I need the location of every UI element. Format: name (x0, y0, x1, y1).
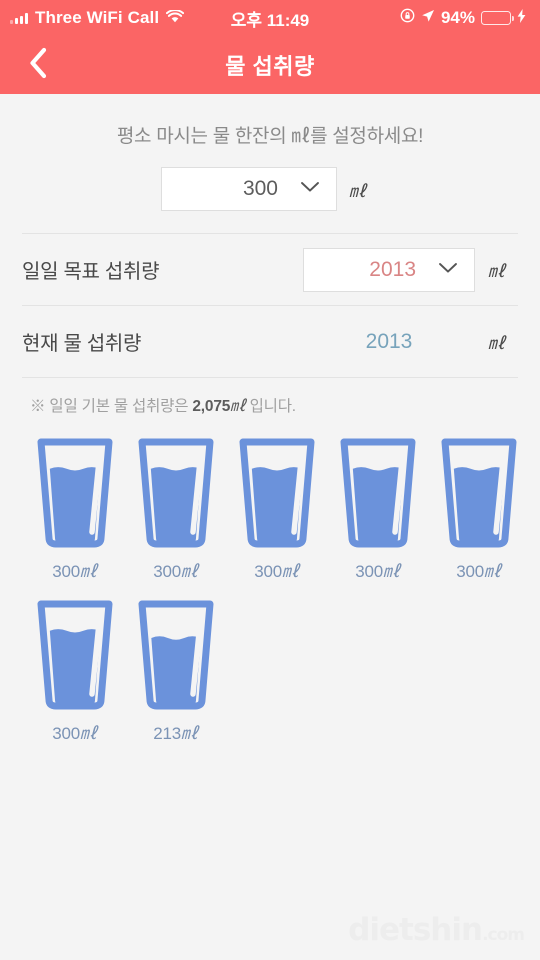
battery-icon (481, 11, 514, 25)
glass-label: 300㎖ (153, 557, 198, 582)
carrier-label: Three WiFi Call (35, 8, 160, 27)
glass-item[interactable]: 300㎖ (428, 438, 529, 582)
glass-label: 300㎖ (355, 557, 400, 582)
chevron-down-icon (300, 180, 320, 198)
note-suffix: 입니다. (245, 398, 297, 415)
daily-goal-unit: ㎖ (488, 262, 505, 281)
app-header: 물 섭취량 (0, 36, 540, 94)
current-intake-control: 2013 ㎖ (303, 329, 518, 354)
wifi-icon (166, 8, 185, 28)
glass-item[interactable]: 213㎖ (125, 600, 226, 744)
glass-unit: ㎖ (382, 562, 400, 581)
glass-unit: ㎖ (180, 562, 198, 581)
note-prefix: ※ 일일 기본 물 섭취량은 (30, 398, 193, 415)
current-intake-unit: ㎖ (488, 334, 505, 353)
glass-label: 213㎖ (153, 719, 198, 744)
cup-size-select[interactable]: 300 (161, 167, 337, 211)
watermark-name: dietshin (348, 912, 483, 948)
rotation-lock-icon (400, 8, 415, 28)
glass-label: 300㎖ (52, 719, 97, 744)
daily-goal-row: 일일 목표 섭취량 2013 ㎖ (0, 234, 540, 305)
main-content: 평소 마시는 물 한잔의 ㎖를 설정하세요! 300 ㎖ 일일 목표 섭취량 2… (0, 94, 540, 960)
current-intake-value: 2013 (365, 329, 413, 353)
water-glass-icon (441, 438, 516, 548)
glass-label: 300㎖ (456, 557, 501, 582)
glass-label: 300㎖ (254, 557, 299, 582)
current-intake-label: 현재 물 섭취량 (22, 333, 142, 355)
daily-goal-select[interactable]: 2013 (303, 247, 475, 292)
daily-goal-value: 2013 (369, 257, 416, 281)
chevron-left-icon (28, 47, 48, 84)
glass-unit: ㎖ (180, 724, 198, 743)
note-amount: 2,075 (192, 398, 231, 415)
watermark-domain: .com (482, 925, 525, 945)
daily-goal-label: 일일 목표 섭취량 (22, 261, 160, 283)
status-bar: Three WiFi Call 오후 11:49 94% (0, 0, 540, 36)
glass-unit: ㎖ (483, 562, 501, 581)
glass-amount: 300 (355, 562, 383, 581)
water-glass-icon (138, 438, 213, 548)
page-title: 물 섭취량 (225, 54, 315, 79)
water-glass-icon (37, 600, 112, 710)
glass-item[interactable]: 300㎖ (226, 438, 327, 582)
water-glass-icon (138, 600, 213, 710)
current-intake-row: 현재 물 섭취량 2013 ㎖ (0, 306, 540, 377)
location-arrow-icon (421, 8, 435, 28)
glass-grid: 300㎖ 300㎖ 300㎖ 300㎖ 300㎖ 300㎖ 213㎖ (0, 416, 540, 762)
glass-amount: 300 (52, 562, 80, 581)
charging-bolt-icon (517, 8, 526, 28)
daily-goal-control: 2013 ㎖ (303, 247, 518, 292)
glass-unit: ㎖ (79, 724, 97, 743)
note-unit: ㎖ (230, 398, 246, 415)
glass-item[interactable]: 300㎖ (24, 438, 125, 582)
water-glass-icon (37, 438, 112, 548)
back-button[interactable] (14, 36, 62, 94)
glass-item[interactable]: 300㎖ (125, 438, 226, 582)
battery-percent-label: 94% (440, 8, 475, 27)
glass-unit: ㎖ (79, 562, 97, 581)
cup-size-unit: ㎖ (349, 181, 366, 201)
glass-item[interactable]: 300㎖ (327, 438, 428, 582)
cup-size-prompt: 평소 마시는 물 한잔의 ㎖를 설정하세요! (116, 126, 424, 147)
water-glass-icon (239, 438, 314, 548)
cup-size-value: 300 (242, 177, 278, 200)
glass-amount: 300 (52, 724, 80, 743)
glass-label: 300㎖ (52, 557, 97, 582)
cup-size-row: 300 ㎖ (0, 167, 540, 211)
glass-amount: 300 (254, 562, 282, 581)
glass-amount: 213 (153, 724, 181, 743)
settings-rows: 일일 목표 섭취량 2013 ㎖ 현재 물 섭취량 2013 ㎖ (0, 233, 540, 378)
watermark: dietshin.com (348, 912, 525, 948)
glass-item[interactable]: 300㎖ (24, 600, 125, 744)
glass-amount: 300 (153, 562, 181, 581)
status-bar-right: 94% (400, 8, 526, 28)
glass-amount: 300 (456, 562, 484, 581)
status-bar-left: Three WiFi Call (10, 8, 185, 28)
glass-unit: ㎖ (281, 562, 299, 581)
base-intake-note: ※ 일일 기본 물 섭취량은 2,075㎖ 입니다. (0, 378, 540, 416)
signal-bars-icon (10, 12, 28, 24)
water-glass-icon (340, 438, 415, 548)
chevron-down-icon (438, 261, 458, 279)
